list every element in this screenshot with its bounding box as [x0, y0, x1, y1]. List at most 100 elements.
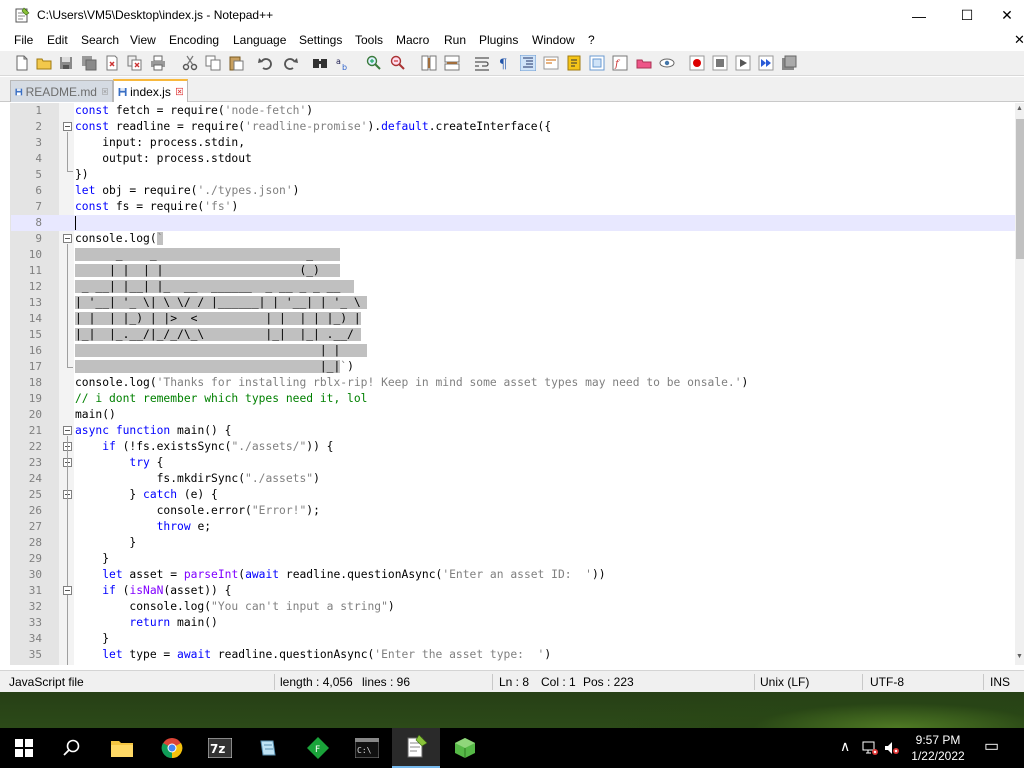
menu-search[interactable]: Search	[81, 33, 119, 47]
code-text[interactable]: async function main() {	[75, 423, 231, 439]
maximize-button[interactable]: ☐	[944, 0, 990, 31]
code-line[interactable]: 6 let obj = require('./types.json')	[11, 183, 1015, 199]
fold-toggle-icon[interactable]	[63, 586, 72, 595]
code-text[interactable]: const readline = require('readline-promi…	[75, 119, 551, 135]
udl-icon[interactable]	[543, 55, 559, 71]
notepad-icon[interactable]	[244, 728, 292, 768]
code-text[interactable]: return main()	[75, 615, 217, 631]
code-text[interactable]: main()	[75, 407, 116, 423]
volume-icon[interactable]	[884, 740, 900, 756]
notification-center-icon[interactable]: ▭	[984, 736, 999, 756]
new-file-icon[interactable]	[14, 55, 30, 71]
status-eol[interactable]: Unix (LF)	[760, 675, 809, 689]
code-text[interactable]: let obj = require('./types.json')	[75, 183, 299, 199]
code-text[interactable]: | | | |_) | |> < | | | | |_) |	[75, 311, 361, 327]
code-line[interactable]: 18 console.log('Thanks for installing rbl…	[11, 375, 1015, 391]
word-wrap-icon[interactable]	[474, 55, 490, 71]
tab-readme[interactable]: README.md	[10, 80, 113, 102]
code-text[interactable]: console.error("Error!");	[75, 503, 320, 519]
menu-view[interactable]: View	[130, 33, 156, 47]
copy-icon[interactable]	[205, 55, 221, 71]
windows-start-icon[interactable]	[0, 728, 48, 768]
stop-macro-icon[interactable]	[712, 55, 728, 71]
green-cube-icon[interactable]	[441, 728, 489, 768]
code-text[interactable]: _ _ _	[75, 247, 341, 263]
code-text[interactable]: try {	[75, 455, 163, 471]
menu-edit[interactable]: Edit	[47, 33, 68, 47]
replace-icon[interactable]: ab	[335, 55, 351, 71]
find-icon[interactable]	[312, 55, 328, 71]
code-line[interactable]: 3 input: process.stdin,	[11, 135, 1015, 151]
scroll-up-icon[interactable]: ▲	[1016, 105, 1023, 112]
paste-icon[interactable]	[228, 55, 244, 71]
close-all-icon[interactable]	[127, 55, 143, 71]
code-line[interactable]: 30 let asset = parseInt(await readline.q…	[11, 567, 1015, 583]
code-line[interactable]: 14 | | | |_) | |> < | | | | |_) |	[11, 311, 1015, 327]
play-macro-icon[interactable]	[735, 55, 751, 71]
code-line[interactable]: 13 | '__| '_ \| \ \/ / |______| | '__| | …	[11, 295, 1015, 311]
title-bar[interactable]: C:\Users\VM5\Desktop\index.js - Notepad+…	[0, 0, 1024, 31]
code-text[interactable]: }	[75, 551, 109, 567]
code-line[interactable]: 32 console.log("You can't input a string…	[11, 599, 1015, 615]
clock-date[interactable]: 1/22/2022	[906, 749, 970, 763]
zoom-out-icon[interactable]	[390, 55, 406, 71]
code-line[interactable]: 17 |_|`)	[11, 359, 1015, 375]
run-macro-multiple-icon[interactable]	[758, 55, 774, 71]
zoom-in-icon[interactable]	[366, 55, 382, 71]
scrollbar-thumb[interactable]	[1016, 119, 1024, 259]
code-text[interactable]: _ __| |__| |_ __ ______ _ __ _ _ __	[75, 279, 354, 295]
cmd-icon[interactable]: C:\	[343, 728, 391, 768]
code-line[interactable]: 16 | |	[11, 343, 1015, 359]
minimize-button[interactable]: —	[896, 0, 942, 31]
code-text[interactable]: | | | | (_)	[75, 263, 341, 279]
tab-index-js[interactable]: index.js	[113, 79, 188, 102]
menu-macro[interactable]: Macro	[396, 33, 429, 47]
clock-time[interactable]: 9:57 PM	[908, 733, 968, 747]
code-text[interactable]: const fs = require('fs')	[75, 199, 238, 215]
code-text[interactable]: })	[75, 167, 89, 183]
code-line[interactable]: 26 console.error("Error!");	[11, 503, 1015, 519]
menu-file[interactable]: File	[14, 33, 33, 47]
code-text[interactable]: if (!fs.existsSync("./assets/")) {	[75, 439, 333, 455]
code-line[interactable]: 12 _ __| |__| |_ __ ______ _ __ _ _ __	[11, 279, 1015, 295]
file-explorer-icon[interactable]	[98, 728, 146, 768]
code-line[interactable]: 10 _ _ _	[11, 247, 1015, 263]
monitoring-icon[interactable]	[636, 55, 652, 71]
menu-help[interactable]: ?	[588, 33, 595, 47]
code-line[interactable]: 35 let type = await readline.questionAsy…	[11, 647, 1015, 663]
tray-overflow-icon[interactable]: ∧	[840, 738, 850, 755]
save-all-icon[interactable]	[81, 55, 97, 71]
menu-window[interactable]: Window	[532, 33, 575, 47]
code-text[interactable]: if (isNaN(asset)) {	[75, 583, 231, 599]
code-line[interactable]: 20 main()	[11, 407, 1015, 423]
fold-toggle-icon[interactable]	[63, 426, 72, 435]
code-text[interactable]: | '__| '_ \| \ \/ / |______| | '__| | '_…	[75, 295, 368, 311]
code-line[interactable]: 31 if (isNaN(asset)) {	[11, 583, 1015, 599]
menu-run[interactable]: Run	[444, 33, 466, 47]
open-file-icon[interactable]	[36, 55, 52, 71]
code-text[interactable]: const fetch = require('node-fetch')	[75, 103, 313, 119]
close-window-button[interactable]: ✕	[990, 0, 1024, 31]
function-list-icon[interactable]	[589, 55, 605, 71]
print-icon[interactable]	[150, 55, 166, 71]
code-line[interactable]: 5})	[11, 167, 1015, 183]
fold-toggle-icon[interactable]	[63, 234, 72, 243]
code-line[interactable]: 19 // i dont remember which types need it…	[11, 391, 1015, 407]
folder-workspace-icon[interactable]: f	[612, 55, 628, 71]
status-insert-mode[interactable]: INS	[990, 675, 1010, 689]
code-line[interactable]: 23 try {	[11, 455, 1015, 471]
scroll-down-icon[interactable]: ▼	[1016, 653, 1023, 660]
code-line[interactable]: 25 } catch (e) {	[11, 487, 1015, 503]
search-icon[interactable]	[48, 728, 96, 768]
doc-map-icon[interactable]	[566, 55, 582, 71]
code-line[interactable]: 4 output: process.stdout	[11, 151, 1015, 167]
menu-encoding[interactable]: Encoding	[169, 33, 219, 47]
code-line[interactable]: 33 return main()	[11, 615, 1015, 631]
code-text[interactable]: // i dont remember which types need it, …	[75, 391, 367, 407]
code-text[interactable]: output: process.stdout	[75, 151, 252, 167]
chrome-icon[interactable]	[148, 728, 196, 768]
code-text[interactable]: throw e;	[75, 519, 211, 535]
code-text[interactable]: console.log("You can't input a string")	[75, 599, 394, 615]
show-all-chars-icon[interactable]: ¶	[497, 55, 513, 71]
fold-toggle-icon[interactable]	[63, 122, 72, 131]
